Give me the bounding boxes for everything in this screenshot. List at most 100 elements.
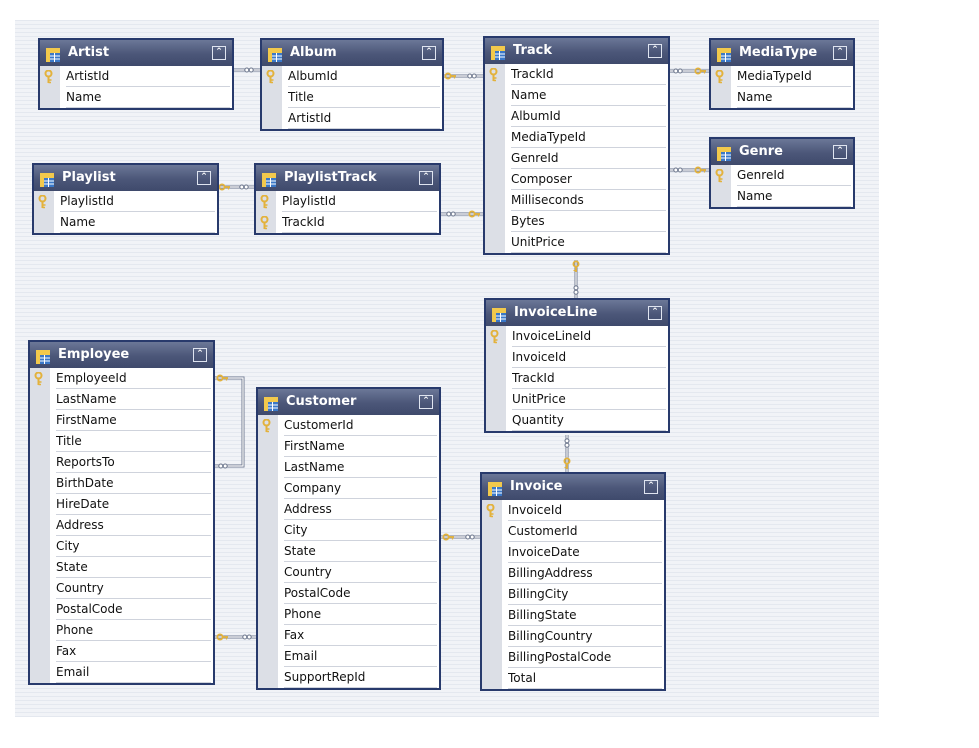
field-row[interactable]: Phone bbox=[30, 620, 213, 641]
field-row[interactable]: FirstName bbox=[30, 410, 213, 431]
field-row[interactable]: PostalCode bbox=[30, 599, 213, 620]
row-selector[interactable] bbox=[485, 190, 505, 211]
relationship-track-playlisttrack[interactable] bbox=[441, 210, 483, 218]
row-selector[interactable] bbox=[258, 499, 278, 520]
row-selector[interactable] bbox=[30, 536, 50, 557]
field-row[interactable]: Total bbox=[482, 668, 664, 689]
row-selector[interactable] bbox=[262, 108, 282, 129]
row-selector[interactable] bbox=[258, 667, 278, 688]
table-invoice[interactable]: Invoice ⌃ InvoiceId CustomerId InvoiceDate Bi… bbox=[480, 472, 666, 691]
row-selector[interactable] bbox=[711, 87, 731, 108]
field-row[interactable]: Country bbox=[258, 562, 439, 583]
row-selector[interactable] bbox=[30, 452, 50, 473]
field-row[interactable]: Phone bbox=[258, 604, 439, 625]
field-row[interactable]: City bbox=[30, 536, 213, 557]
table-invoiceline[interactable]: InvoiceLine ⌃ InvoiceLineId InvoiceId TrackI… bbox=[484, 298, 670, 433]
field-row[interactable]: State bbox=[30, 557, 213, 578]
row-selector[interactable] bbox=[30, 410, 50, 431]
field-row[interactable]: Name bbox=[34, 212, 217, 233]
table-customer[interactable]: Customer ⌃ CustomerId FirstName LastName Comp… bbox=[256, 387, 441, 690]
row-selector[interactable] bbox=[258, 625, 278, 646]
row-selector[interactable] bbox=[258, 457, 278, 478]
relationship-genre-track[interactable] bbox=[670, 166, 709, 174]
field-row[interactable]: LastName bbox=[30, 389, 213, 410]
field-row[interactable]: SupportRepId bbox=[258, 667, 439, 688]
row-selector[interactable] bbox=[482, 563, 502, 584]
row-selector[interactable] bbox=[486, 410, 506, 431]
collapse-icon[interactable]: ⌃ bbox=[648, 44, 662, 58]
row-selector[interactable] bbox=[262, 87, 282, 108]
row-selector[interactable] bbox=[258, 541, 278, 562]
row-selector[interactable] bbox=[486, 347, 506, 368]
table-header[interactable]: Artist ⌃ bbox=[40, 40, 232, 66]
table-header[interactable]: MediaType ⌃ bbox=[711, 40, 853, 66]
field-row[interactable]: Email bbox=[258, 646, 439, 667]
row-selector[interactable] bbox=[30, 494, 50, 515]
field-row[interactable]: Title bbox=[30, 431, 213, 452]
row-selector[interactable] bbox=[30, 620, 50, 641]
field-row[interactable]: InvoiceId bbox=[482, 500, 664, 521]
row-selector[interactable] bbox=[40, 66, 60, 87]
row-selector[interactable] bbox=[258, 478, 278, 499]
row-selector[interactable] bbox=[258, 415, 278, 436]
field-row[interactable]: Title bbox=[262, 87, 442, 108]
table-artist[interactable]: Artist ⌃ ArtistId Name bbox=[38, 38, 234, 110]
row-selector[interactable] bbox=[34, 212, 54, 233]
field-row[interactable]: ArtistId bbox=[262, 108, 442, 129]
field-row[interactable]: CustomerId bbox=[258, 415, 439, 436]
collapse-icon[interactable]: ⌃ bbox=[419, 171, 433, 185]
row-selector[interactable] bbox=[485, 169, 505, 190]
field-row[interactable]: MediaTypeId bbox=[711, 66, 853, 87]
field-row[interactable]: Name bbox=[40, 87, 232, 108]
row-selector[interactable] bbox=[485, 127, 505, 148]
collapse-icon[interactable]: ⌃ bbox=[833, 46, 847, 60]
field-row[interactable]: InvoiceLineId bbox=[486, 326, 668, 347]
relationship-album-track[interactable] bbox=[444, 72, 483, 80]
relationship-mediatype-track[interactable] bbox=[670, 67, 709, 75]
field-row[interactable]: AlbumId bbox=[485, 106, 668, 127]
field-row[interactable]: BillingCountry bbox=[482, 626, 664, 647]
field-row[interactable]: BillingCity bbox=[482, 584, 664, 605]
row-selector[interactable] bbox=[30, 368, 50, 389]
table-header[interactable]: Genre ⌃ bbox=[711, 139, 853, 165]
collapse-icon[interactable]: ⌃ bbox=[193, 348, 207, 362]
field-row[interactable]: InvoiceId bbox=[486, 347, 668, 368]
row-selector[interactable] bbox=[711, 66, 731, 87]
row-selector[interactable] bbox=[485, 85, 505, 106]
field-row[interactable]: BillingAddress bbox=[482, 563, 664, 584]
row-selector[interactable] bbox=[711, 165, 731, 186]
collapse-icon[interactable]: ⌃ bbox=[648, 306, 662, 320]
table-header[interactable]: PlaylistTrack ⌃ bbox=[256, 165, 439, 191]
collapse-icon[interactable]: ⌃ bbox=[422, 46, 436, 60]
field-row[interactable]: Address bbox=[258, 499, 439, 520]
row-selector[interactable] bbox=[258, 604, 278, 625]
row-selector[interactable] bbox=[30, 557, 50, 578]
field-row[interactable]: TrackId bbox=[256, 212, 439, 233]
row-selector[interactable] bbox=[262, 66, 282, 87]
field-row[interactable]: ArtistId bbox=[40, 66, 232, 87]
field-row[interactable]: FirstName bbox=[258, 436, 439, 457]
table-header[interactable]: Invoice ⌃ bbox=[482, 474, 664, 500]
row-selector[interactable] bbox=[486, 389, 506, 410]
field-row[interactable]: CustomerId bbox=[482, 521, 664, 542]
table-header[interactable]: Customer ⌃ bbox=[258, 389, 439, 415]
table-track[interactable]: Track ⌃ TrackId Name AlbumId MediaTypeId Genre… bbox=[483, 36, 670, 255]
field-row[interactable]: Address bbox=[30, 515, 213, 536]
row-selector[interactable] bbox=[258, 562, 278, 583]
row-selector[interactable] bbox=[482, 521, 502, 542]
row-selector[interactable] bbox=[256, 212, 276, 233]
field-row[interactable]: MediaTypeId bbox=[485, 127, 668, 148]
relationship-employee-reportsto[interactable] bbox=[215, 374, 245, 469]
field-row[interactable]: BirthDate bbox=[30, 473, 213, 494]
collapse-icon[interactable]: ⌃ bbox=[197, 171, 211, 185]
field-row[interactable]: InvoiceDate bbox=[482, 542, 664, 563]
row-selector[interactable] bbox=[258, 583, 278, 604]
row-selector[interactable] bbox=[485, 148, 505, 169]
row-selector[interactable] bbox=[34, 191, 54, 212]
row-selector[interactable] bbox=[482, 584, 502, 605]
relationship-employee-customer[interactable] bbox=[215, 633, 256, 641]
field-row[interactable]: GenreId bbox=[485, 148, 668, 169]
field-row[interactable]: Country bbox=[30, 578, 213, 599]
row-selector[interactable] bbox=[482, 605, 502, 626]
row-selector[interactable] bbox=[485, 64, 505, 85]
